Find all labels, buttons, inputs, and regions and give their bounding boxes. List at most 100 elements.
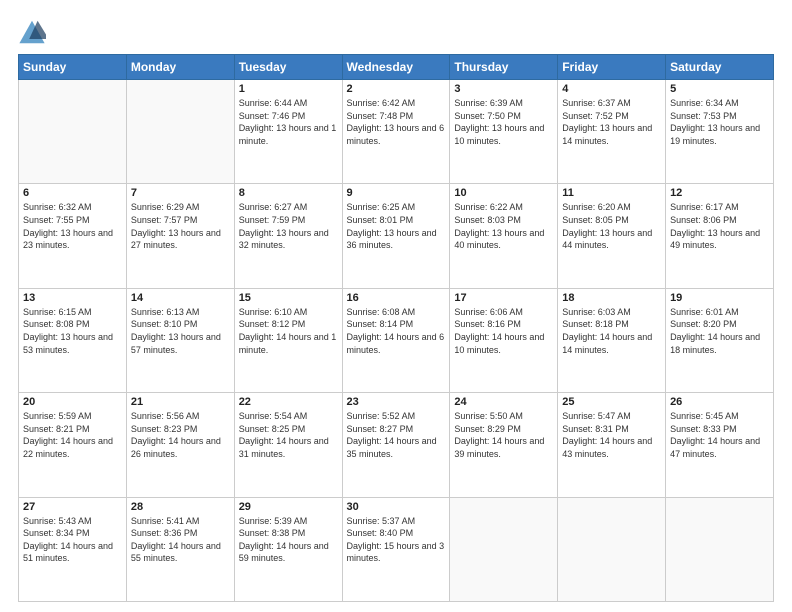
day-number: 17 <box>454 292 553 304</box>
day-info: Sunrise: 5:52 AM Sunset: 8:27 PM Dayligh… <box>347 410 446 460</box>
calendar-cell: 29 Sunrise: 5:39 AM Sunset: 8:38 PM Dayli… <box>234 497 342 601</box>
day-number: 23 <box>347 396 446 408</box>
calendar-week-row: 27 Sunrise: 5:43 AM Sunset: 8:34 PM Dayli… <box>19 497 774 601</box>
day-number: 25 <box>562 396 661 408</box>
calendar-cell <box>450 497 558 601</box>
calendar-cell: 25 Sunrise: 5:47 AM Sunset: 8:31 PM Dayli… <box>558 393 666 497</box>
day-number: 12 <box>670 187 769 199</box>
day-info: Sunrise: 5:41 AM Sunset: 8:36 PM Dayligh… <box>131 515 230 565</box>
day-info: Sunrise: 6:13 AM Sunset: 8:10 PM Dayligh… <box>131 306 230 356</box>
day-info: Sunrise: 6:10 AM Sunset: 8:12 PM Dayligh… <box>239 306 338 356</box>
calendar-cell: 18 Sunrise: 6:03 AM Sunset: 8:18 PM Dayli… <box>558 288 666 392</box>
day-number: 22 <box>239 396 338 408</box>
calendar-week-row: 20 Sunrise: 5:59 AM Sunset: 8:21 PM Dayli… <box>19 393 774 497</box>
calendar-cell: 28 Sunrise: 5:41 AM Sunset: 8:36 PM Dayli… <box>126 497 234 601</box>
day-info: Sunrise: 5:56 AM Sunset: 8:23 PM Dayligh… <box>131 410 230 460</box>
day-info: Sunrise: 6:39 AM Sunset: 7:50 PM Dayligh… <box>454 97 553 147</box>
day-number: 7 <box>131 187 230 199</box>
day-number: 14 <box>131 292 230 304</box>
calendar-week-row: 6 Sunrise: 6:32 AM Sunset: 7:55 PM Daylig… <box>19 184 774 288</box>
weekday-header-tuesday: Tuesday <box>234 55 342 80</box>
weekday-header-friday: Friday <box>558 55 666 80</box>
day-number: 18 <box>562 292 661 304</box>
calendar-cell: 6 Sunrise: 6:32 AM Sunset: 7:55 PM Daylig… <box>19 184 127 288</box>
day-number: 8 <box>239 187 338 199</box>
logo-icon <box>18 18 46 46</box>
day-number: 9 <box>347 187 446 199</box>
page-header <box>18 18 774 46</box>
day-info: Sunrise: 5:59 AM Sunset: 8:21 PM Dayligh… <box>23 410 122 460</box>
calendar-cell: 19 Sunrise: 6:01 AM Sunset: 8:20 PM Dayli… <box>666 288 774 392</box>
day-info: Sunrise: 5:39 AM Sunset: 8:38 PM Dayligh… <box>239 515 338 565</box>
calendar-cell: 2 Sunrise: 6:42 AM Sunset: 7:48 PM Daylig… <box>342 80 450 184</box>
calendar-cell: 30Sunrise: 5:37 AM Sunset: 8:40 PM Dayli… <box>342 497 450 601</box>
day-info: Sunrise: 6:08 AM Sunset: 8:14 PM Dayligh… <box>347 306 446 356</box>
calendar-table: SundayMondayTuesdayWednesdayThursdayFrid… <box>18 54 774 602</box>
calendar-cell <box>666 497 774 601</box>
calendar-cell: 24 Sunrise: 5:50 AM Sunset: 8:29 PM Dayli… <box>450 393 558 497</box>
day-info: Sunrise: 6:17 AM Sunset: 8:06 PM Dayligh… <box>670 201 769 251</box>
calendar-cell: 12 Sunrise: 6:17 AM Sunset: 8:06 PM Dayli… <box>666 184 774 288</box>
day-info: Sunrise: 6:42 AM Sunset: 7:48 PM Dayligh… <box>347 97 446 147</box>
day-number: 29 <box>239 501 338 513</box>
weekday-header-thursday: Thursday <box>450 55 558 80</box>
day-number: 16 <box>347 292 446 304</box>
day-info: Sunrise: 5:43 AM Sunset: 8:34 PM Dayligh… <box>23 515 122 565</box>
calendar-cell: 1Sunrise: 6:44 AM Sunset: 7:46 PM Daylig… <box>234 80 342 184</box>
calendar-week-row: 13 Sunrise: 6:15 AM Sunset: 8:08 PM Dayli… <box>19 288 774 392</box>
day-number: 4 <box>562 83 661 95</box>
calendar-cell <box>19 80 127 184</box>
calendar-cell: 27 Sunrise: 5:43 AM Sunset: 8:34 PM Dayli… <box>19 497 127 601</box>
day-number: 21 <box>131 396 230 408</box>
day-info: Sunrise: 6:32 AM Sunset: 7:55 PM Dayligh… <box>23 201 122 251</box>
day-number: 24 <box>454 396 553 408</box>
day-number: 15 <box>239 292 338 304</box>
day-number: 3 <box>454 83 553 95</box>
day-info: Sunrise: 6:06 AM Sunset: 8:16 PM Dayligh… <box>454 306 553 356</box>
calendar-cell: 5 Sunrise: 6:34 AM Sunset: 7:53 PM Daylig… <box>666 80 774 184</box>
weekday-header-saturday: Saturday <box>666 55 774 80</box>
calendar-cell: 20 Sunrise: 5:59 AM Sunset: 8:21 PM Dayli… <box>19 393 127 497</box>
day-number: 13 <box>23 292 122 304</box>
day-info: Sunrise: 6:15 AM Sunset: 8:08 PM Dayligh… <box>23 306 122 356</box>
day-number: 6 <box>23 187 122 199</box>
day-number: 11 <box>562 187 661 199</box>
day-info: Sunrise: 6:03 AM Sunset: 8:18 PM Dayligh… <box>562 306 661 356</box>
day-info: Sunrise: 6:34 AM Sunset: 7:53 PM Dayligh… <box>670 97 769 147</box>
calendar-cell: 22 Sunrise: 5:54 AM Sunset: 8:25 PM Dayli… <box>234 393 342 497</box>
calendar-cell: 26Sunrise: 5:45 AM Sunset: 8:33 PM Dayli… <box>666 393 774 497</box>
calendar-cell: 13 Sunrise: 6:15 AM Sunset: 8:08 PM Dayli… <box>19 288 127 392</box>
day-number: 5 <box>670 83 769 95</box>
day-number: 28 <box>131 501 230 513</box>
day-info: Sunrise: 6:27 AM Sunset: 7:59 PM Dayligh… <box>239 201 338 251</box>
day-info: Sunrise: 5:45 AM Sunset: 8:33 PM Dayligh… <box>670 410 769 460</box>
calendar-cell: 11 Sunrise: 6:20 AM Sunset: 8:05 PM Dayli… <box>558 184 666 288</box>
calendar-cell: 9Sunrise: 6:25 AM Sunset: 8:01 PM Daylig… <box>342 184 450 288</box>
calendar-cell <box>558 497 666 601</box>
calendar-cell: 7Sunrise: 6:29 AM Sunset: 7:57 PM Daylig… <box>126 184 234 288</box>
logo <box>18 18 49 46</box>
day-info: Sunrise: 6:01 AM Sunset: 8:20 PM Dayligh… <box>670 306 769 356</box>
calendar-cell <box>126 80 234 184</box>
calendar-cell: 17 Sunrise: 6:06 AM Sunset: 8:16 PM Dayli… <box>450 288 558 392</box>
calendar-cell: 21 Sunrise: 5:56 AM Sunset: 8:23 PM Dayli… <box>126 393 234 497</box>
day-number: 1 <box>239 83 338 95</box>
day-number: 27 <box>23 501 122 513</box>
day-info: Sunrise: 6:20 AM Sunset: 8:05 PM Dayligh… <box>562 201 661 251</box>
day-info: Sunrise: 5:54 AM Sunset: 8:25 PM Dayligh… <box>239 410 338 460</box>
weekday-header-row: SundayMondayTuesdayWednesdayThursdayFrid… <box>19 55 774 80</box>
calendar-week-row: 1Sunrise: 6:44 AM Sunset: 7:46 PM Daylig… <box>19 80 774 184</box>
calendar-cell: 14 Sunrise: 6:13 AM Sunset: 8:10 PM Dayli… <box>126 288 234 392</box>
weekday-header-monday: Monday <box>126 55 234 80</box>
calendar-cell: 15 Sunrise: 6:10 AM Sunset: 8:12 PM Dayli… <box>234 288 342 392</box>
day-info: Sunrise: 5:47 AM Sunset: 8:31 PM Dayligh… <box>562 410 661 460</box>
day-number: 10 <box>454 187 553 199</box>
day-info: Sunrise: 6:22 AM Sunset: 8:03 PM Dayligh… <box>454 201 553 251</box>
calendar-cell: 10 Sunrise: 6:22 AM Sunset: 8:03 PM Dayli… <box>450 184 558 288</box>
day-info: Sunrise: 5:37 AM Sunset: 8:40 PM Dayligh… <box>347 515 446 565</box>
day-info: Sunrise: 5:50 AM Sunset: 8:29 PM Dayligh… <box>454 410 553 460</box>
day-number: 19 <box>670 292 769 304</box>
day-number: 2 <box>347 83 446 95</box>
calendar-cell: 4Sunrise: 6:37 AM Sunset: 7:52 PM Daylig… <box>558 80 666 184</box>
day-number: 20 <box>23 396 122 408</box>
